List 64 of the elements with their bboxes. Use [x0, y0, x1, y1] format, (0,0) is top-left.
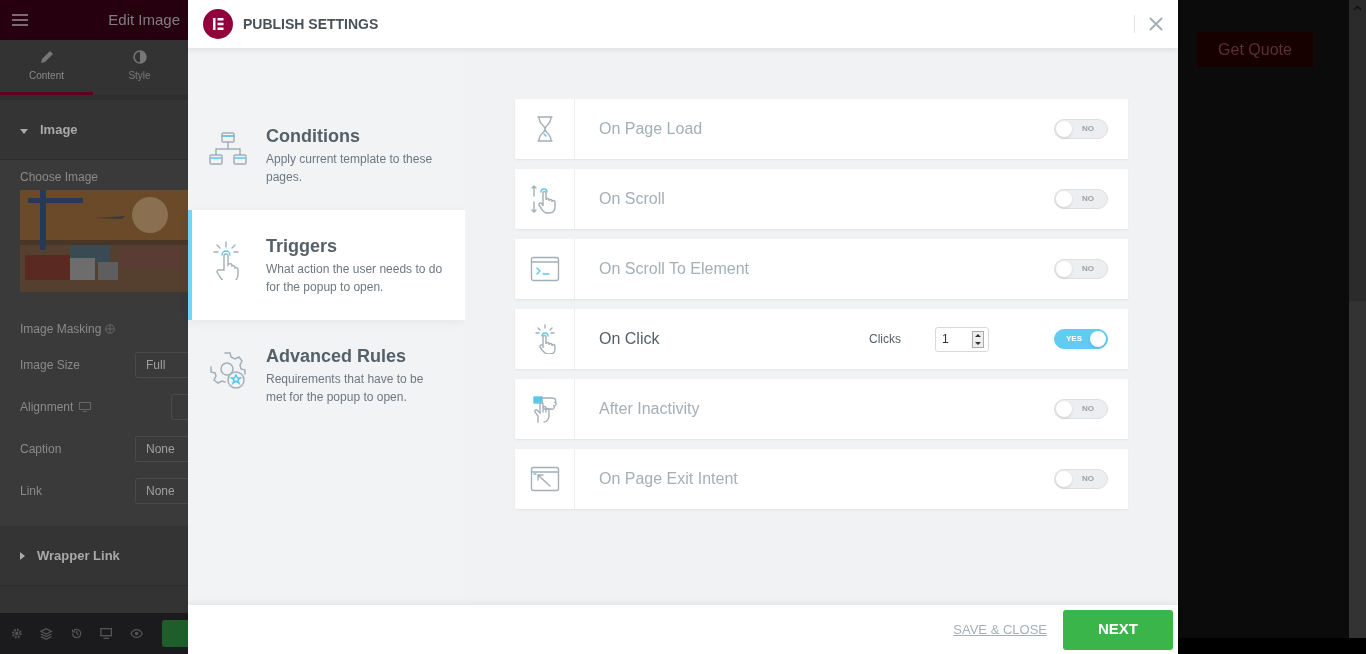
toggle-knob: [1056, 471, 1072, 487]
section-header[interactable]: Wrapper Link: [0, 526, 188, 586]
section-title: Wrapper Link: [37, 546, 120, 565]
field-label: Caption: [20, 440, 63, 458]
field-label: Image Size: [20, 356, 82, 374]
close-icon[interactable]: [1149, 17, 1163, 31]
caret-icon: [20, 128, 28, 134]
toggle-knob: [1056, 261, 1072, 277]
toggle-knob: [1056, 401, 1072, 417]
window-exit-icon: [529, 464, 560, 494]
field-label: Link: [20, 482, 43, 500]
caret-icon: [20, 551, 25, 560]
modal-title: PUBLISH SETTINGS: [243, 14, 379, 34]
next-button[interactable]: NEXT: [1063, 609, 1173, 650]
trigger-label: On Scroll: [599, 189, 665, 209]
settings-nav-item[interactable]: Advanced Rules Requirements that have to be met for the popup to open.: [188, 320, 465, 430]
layers-icon[interactable]: [40, 626, 53, 641]
field-label: Image Masking: [20, 321, 102, 338]
nav-title: Advanced Rules: [266, 345, 408, 367]
section-title: Image: [40, 120, 78, 139]
trigger-label: After Inactivity: [599, 399, 700, 419]
toggle-switch[interactable]: NO: [1054, 469, 1108, 489]
section-header[interactable]: Image: [0, 100, 188, 160]
toggle-switch[interactable]: NO: [1054, 399, 1108, 419]
trigger-label: On Page Load: [599, 119, 703, 139]
scrollbar-thumb[interactable]: [1349, 16, 1366, 301]
toggle-switch[interactable]: NO: [1054, 189, 1108, 209]
trigger-label: On Scroll To Element: [599, 259, 749, 279]
terminal-window-icon: [529, 254, 560, 284]
logo-icon: [203, 9, 233, 39]
pencil-icon: [39, 49, 54, 64]
nav-title: Conditions: [266, 125, 361, 147]
settings-nav-item[interactable]: Conditions Apply current template to these pages.: [188, 100, 465, 210]
update-button[interactable]: [161, 620, 188, 647]
nav-description: Requirements that have to be met for the popup to open.: [266, 371, 425, 406]
panel-title: Edit Image: [108, 9, 180, 30]
toggle-knob: [1056, 191, 1072, 207]
contrast-icon: [132, 49, 147, 64]
nav-description: What action the user needs to do for the popup to open.: [266, 261, 444, 296]
scroll-up-icon[interactable]: [1349, 0, 1366, 16]
spinner-icon[interactable]: [972, 330, 984, 348]
field-label: Choose Image: [20, 169, 100, 186]
monitor-icon[interactable]: [79, 401, 91, 412]
globe-icon: [105, 324, 116, 334]
trigger-label: On Click: [599, 329, 660, 349]
nav-description: Apply current template to these pages.: [266, 151, 434, 186]
monitor-icon[interactable]: [100, 627, 113, 640]
trigger-label: On Page Exit Intent: [599, 469, 738, 489]
menu-icon[interactable]: [12, 14, 28, 26]
settings-icon[interactable]: [11, 627, 23, 640]
toggle-knob: [1090, 331, 1106, 347]
nav-title: Triggers: [266, 235, 339, 257]
toggle-knob: [1056, 121, 1072, 137]
history-icon[interactable]: [70, 627, 83, 640]
toggle-switch[interactable]: NO: [1054, 259, 1108, 279]
panel-tab[interactable]: Style: [93, 40, 186, 95]
toggle-switch[interactable]: NO: [1054, 119, 1108, 139]
field-label: Alignment: [20, 398, 75, 416]
number-field[interactable]: 1: [935, 326, 989, 352]
gear-star-icon: [208, 350, 248, 390]
save-close-link[interactable]: SAVE & CLOSE: [953, 619, 1047, 640]
eye-icon[interactable]: [130, 628, 144, 639]
setting-label: Clicks: [869, 331, 901, 348]
settings-nav-item[interactable]: Triggers What action the user needs to do for the popup to open.: [188, 210, 465, 320]
